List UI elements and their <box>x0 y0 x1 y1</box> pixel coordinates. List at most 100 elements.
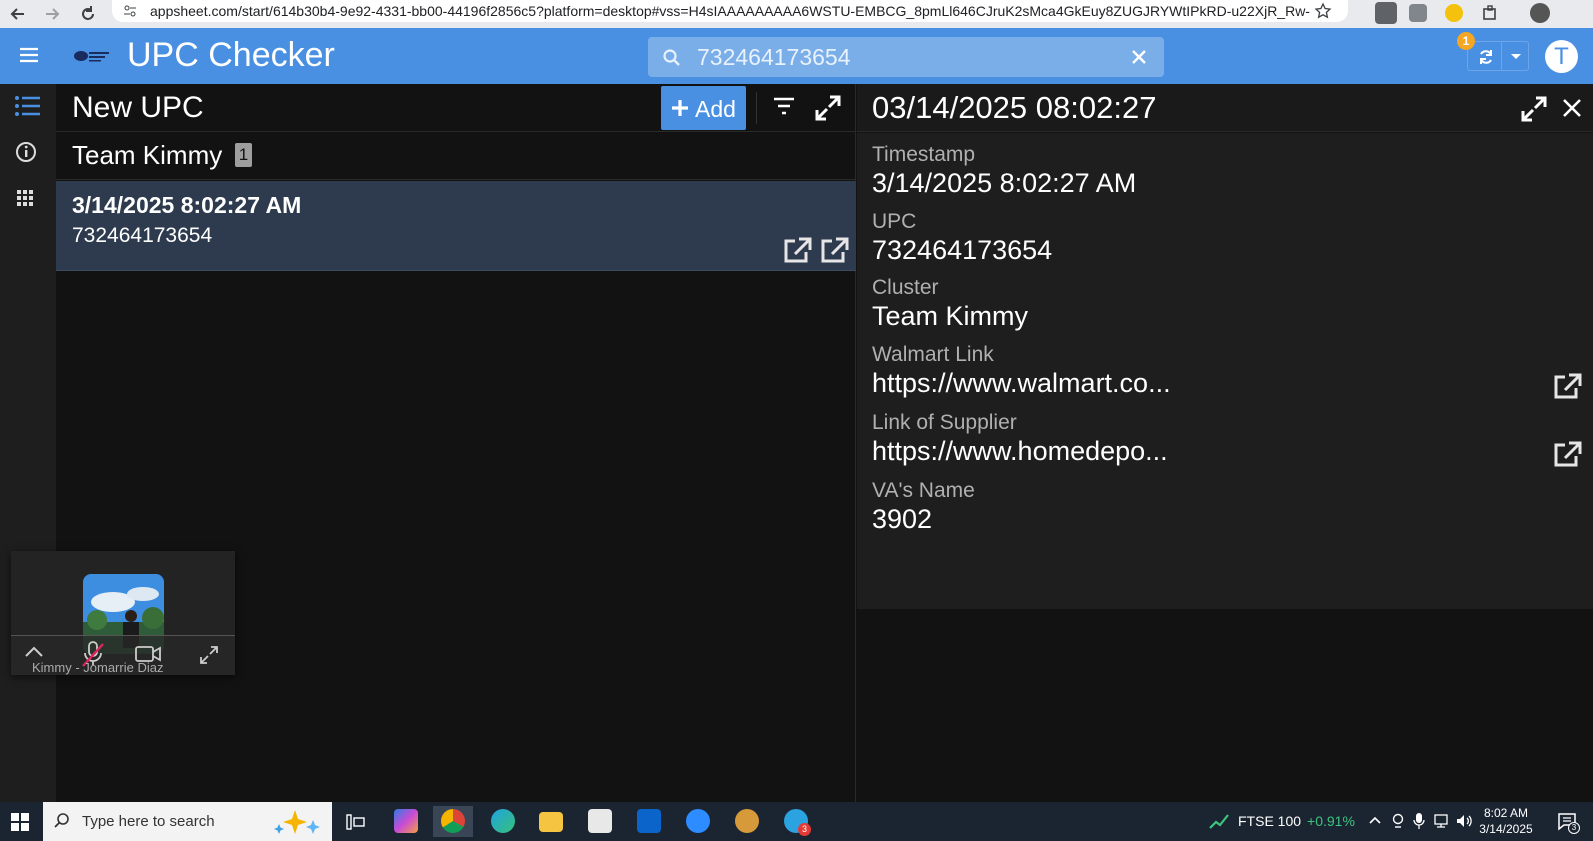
supplier-link[interactable]: https://www.homedepo... <box>872 436 1572 467</box>
game-app-icon[interactable] <box>727 806 767 837</box>
row-timestamp: 3/14/2025 8:02:27 AM <box>72 192 302 218</box>
list-view-icon[interactable] <box>12 90 44 122</box>
copilot-sparkle-icon[interactable] <box>265 808 325 836</box>
open-supplier-link-icon[interactable] <box>1552 441 1582 469</box>
chevron-up-icon[interactable] <box>23 644 45 660</box>
menu-icon[interactable] <box>18 46 40 64</box>
video-controls: Kimmy - Jomarrie Diaz <box>11 635 235 675</box>
field-value: 3/14/2025 8:02:27 AM <box>872 168 1137 198</box>
group-header[interactable]: Team Kimmy 1 <box>56 132 856 180</box>
chevron-down-icon[interactable] <box>1510 53 1522 61</box>
microsoft-store-icon[interactable] <box>580 806 620 837</box>
sync-badge: 1 <box>1457 32 1475 50</box>
zoom-app-icon[interactable] <box>678 806 718 837</box>
field-value: 3902 <box>872 504 933 534</box>
group-title: Team Kimmy <box>72 140 223 170</box>
field-value: Team Kimmy <box>872 301 1029 331</box>
search-value: 732464173654 <box>697 44 851 70</box>
telegram-app-icon[interactable]: 3 <box>776 806 816 837</box>
left-nav-rail <box>0 84 56 802</box>
search-icon <box>662 48 682 68</box>
open-link-icon[interactable] <box>782 237 812 265</box>
browser-toolbar: appsheet.com/start/614b30b4-9e92-4331-bb… <box>0 0 1593 28</box>
detail-pane: 03/14/2025 08:02:27 Timestamp 3/14/2025 … <box>857 84 1593 802</box>
view-title: New UPC <box>72 91 204 124</box>
edge-app-icon[interactable] <box>483 806 523 837</box>
taskbar-search-input[interactable]: Type here to search <box>43 802 332 841</box>
field-cluster: Cluster Team Kimmy <box>872 276 1572 332</box>
extension-off-icon[interactable] <box>1375 2 1397 24</box>
task-view-icon[interactable] <box>336 806 376 837</box>
file-explorer-icon[interactable] <box>531 806 571 837</box>
ticker-change: +0.91% <box>1307 813 1355 829</box>
field-label: VA's Name <box>872 479 975 502</box>
sync-divider <box>1501 42 1502 70</box>
apps-grid-icon[interactable] <box>12 182 44 214</box>
url-text: appsheet.com/start/614b30b4-9e92-4331-bb… <box>150 3 1310 19</box>
app-logo <box>72 45 112 67</box>
clear-search-icon[interactable] <box>1130 48 1148 66</box>
ticker-name: FTSE 100 <box>1238 813 1302 829</box>
network-icon[interactable] <box>1432 813 1450 829</box>
camera-tray-icon[interactable] <box>1391 813 1405 829</box>
back-icon[interactable] <box>8 4 28 24</box>
participant-name: Kimmy - Jomarrie Diaz <box>32 660 164 675</box>
chrome-app-icon[interactable] <box>433 806 473 837</box>
user-avatar[interactable]: T <box>1545 40 1578 73</box>
walmart-link[interactable]: https://www.walmart.co... <box>872 368 1572 399</box>
row-upc: 732464173654 <box>72 224 213 247</box>
telegram-badge: 3 <box>798 823 811 836</box>
table-row[interactable]: 3/14/2025 8:02:27 AM 732464173654 <box>56 181 856 271</box>
taskbar-search-placeholder: Type here to search <box>82 813 215 830</box>
toolbar-divider <box>756 92 757 124</box>
notification-center-icon[interactable]: 3 <box>1557 812 1580 834</box>
add-button[interactable]: Add <box>661 86 746 130</box>
add-button-label: Add <box>695 96 736 122</box>
field-va-name: VA's Name 3902 <box>872 479 1572 535</box>
detail-title: 03/14/2025 08:02:27 <box>872 90 1157 125</box>
clock-date: 3/14/2025 <box>1479 822 1533 836</box>
field-label: Timestamp <box>872 143 976 166</box>
search-input[interactable]: 732464173654 <box>648 37 1164 77</box>
reload-icon[interactable] <box>78 4 98 24</box>
app-header: UPC Checker 732464173654 1 T <box>0 28 1593 84</box>
extensions-puzzle-icon[interactable] <box>1481 4 1503 26</box>
list-pane: New UPC Add Team Kimmy 1 3/14/2025 8:02:… <box>56 84 856 802</box>
expand-icon[interactable] <box>814 94 842 122</box>
clock-time: 8:02 AM <box>1483 806 1529 820</box>
plus-icon <box>669 97 691 119</box>
video-call-window[interactable]: Kimmy - Jomarrie Diaz <box>11 551 235 675</box>
stock-chart-icon <box>1208 812 1230 830</box>
list-header: New UPC Add <box>56 84 856 132</box>
filter-icon[interactable] <box>772 96 796 116</box>
windows-start-icon[interactable] <box>10 812 30 832</box>
bookmark-star-icon[interactable] <box>1314 2 1332 20</box>
windows-taskbar: Type here to search 3 FTSE 100 +0.91% 8:0… <box>0 802 1593 841</box>
copilot-app-icon[interactable] <box>386 806 426 837</box>
field-upc: UPC 732464173654 <box>872 210 1572 266</box>
forward-icon[interactable] <box>42 4 62 24</box>
open-link-icon[interactable] <box>819 237 849 265</box>
fullscreen-icon[interactable] <box>199 645 219 665</box>
field-supplier-link: Link of Supplier https://www.homedepo... <box>872 411 1582 467</box>
chevron-up-icon[interactable] <box>1368 815 1382 825</box>
field-timestamp: Timestamp 3/14/2025 8:02:27 AM <box>872 143 1572 199</box>
close-icon[interactable] <box>1561 97 1583 119</box>
stock-ticker[interactable]: FTSE 100 +0.91% <box>1238 813 1355 829</box>
address-bar[interactable]: appsheet.com/start/614b30b4-9e92-4331-bb… <box>112 0 1348 22</box>
outlook-app-icon[interactable] <box>629 806 669 837</box>
field-value: 732464173654 <box>872 235 1053 265</box>
sync-icon[interactable] <box>1476 47 1496 67</box>
open-walmart-link-icon[interactable] <box>1552 373 1582 401</box>
info-icon[interactable] <box>12 136 44 168</box>
extension-sun-icon[interactable] <box>1445 4 1463 22</box>
expand-icon[interactable] <box>1520 95 1548 123</box>
microphone-icon[interactable] <box>1413 812 1425 830</box>
sync-button-group <box>1467 41 1529 71</box>
profile-avatar-icon[interactable] <box>1530 3 1550 23</box>
site-settings-icon[interactable] <box>122 3 138 19</box>
extension-g-icon[interactable] <box>1409 4 1427 22</box>
detail-header: 03/14/2025 08:02:27 <box>857 84 1593 132</box>
system-clock[interactable]: 8:02 AM 3/14/2025 <box>1470 805 1542 837</box>
field-label: UPC <box>872 210 917 233</box>
